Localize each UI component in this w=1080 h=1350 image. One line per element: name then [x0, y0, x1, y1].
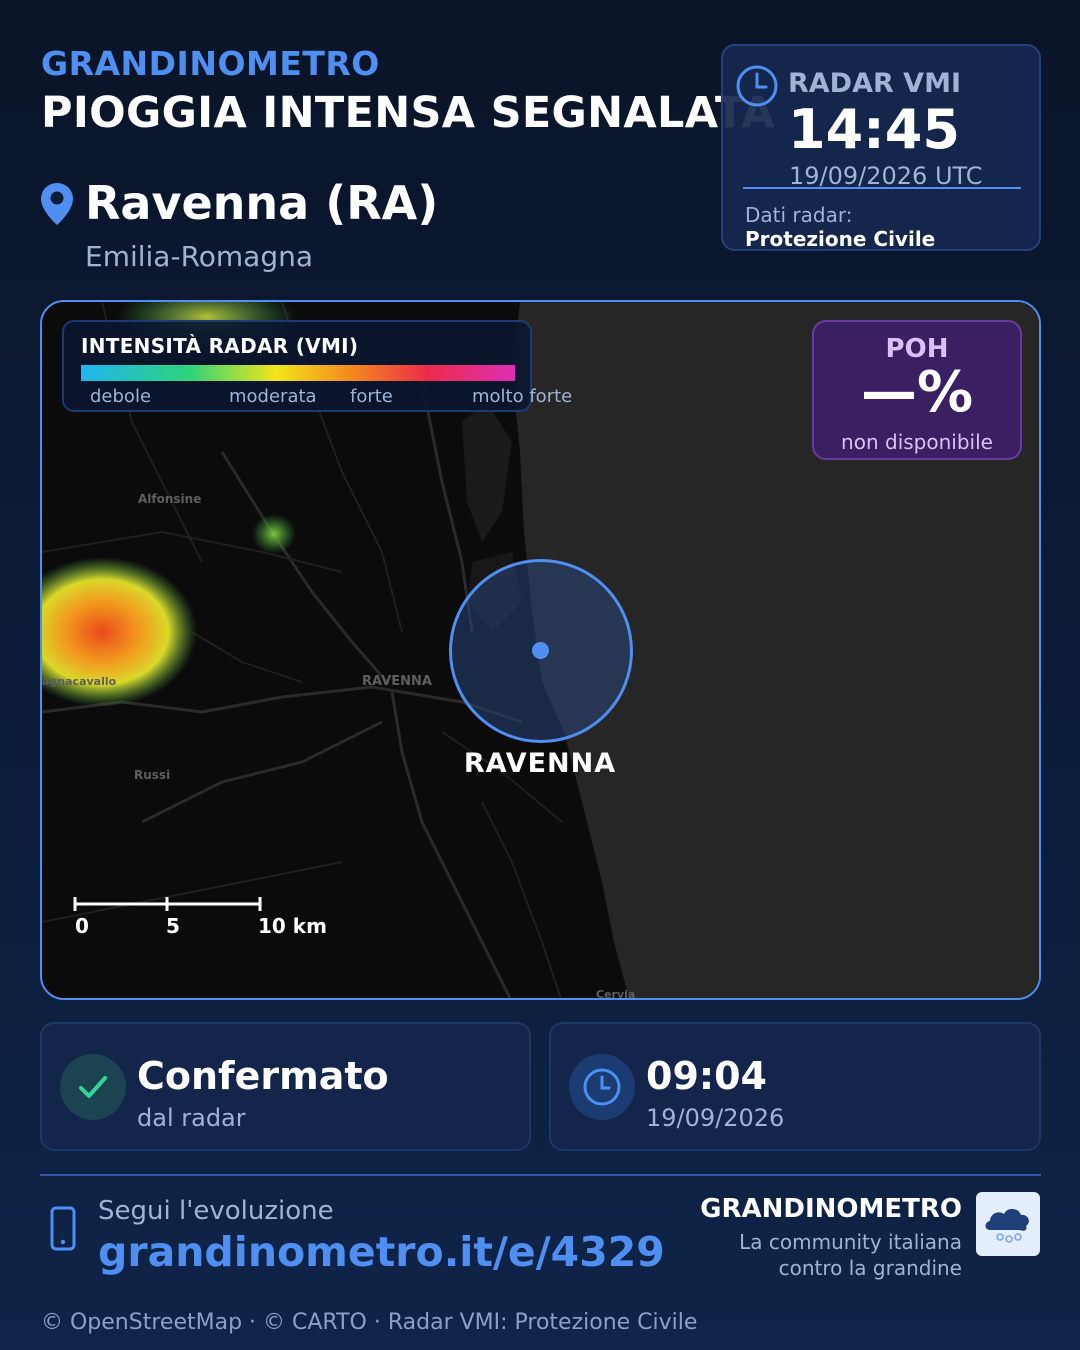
radar-label: RADAR VMI — [788, 68, 961, 99]
place-russi: Russi — [134, 768, 171, 782]
radar-source-label: Dati radar: — [745, 203, 853, 227]
clock-badge — [569, 1054, 635, 1120]
scale-label-10: 10 km — [258, 914, 327, 938]
footer-tagline-1: La community italiana — [739, 1230, 962, 1254]
place-bagnacavallo: agnacavallo — [42, 675, 117, 688]
clock-icon — [583, 1068, 621, 1106]
radar-info-card: RADAR VMI 14:45 19/09/2026 UTC Dati rada… — [721, 44, 1041, 251]
legend-label-strong: forte — [350, 386, 393, 407]
map-credits: © OpenStreetMap · © CARTO · Radar VMI: P… — [41, 1310, 698, 1335]
phone-icon — [50, 1206, 76, 1251]
place-cervia: Cervia — [596, 988, 636, 1000]
scale-label-5: 5 — [166, 914, 180, 938]
radar-map[interactable]: Alfonsine RAVENNA Russi agnacavallo Cerv… — [40, 300, 1041, 1000]
footer-divider — [40, 1174, 1041, 1176]
confirmed-card: Confermato dal radar — [40, 1022, 531, 1151]
clock-icon — [736, 65, 778, 107]
legend-color-bar — [81, 365, 515, 381]
legend-title: INTENSITÀ RADAR (VMI) — [81, 334, 359, 358]
report-date: 19/09/2026 — [646, 1104, 785, 1132]
place-alfonsine: Alfonsine — [138, 492, 202, 506]
check-badge — [60, 1054, 126, 1120]
footer-brand: GRANDINOMETRO — [700, 1194, 962, 1224]
confirmed-subtitle: dal radar — [137, 1104, 246, 1132]
legend-label-very-strong: molto forte — [472, 386, 573, 407]
footer-tagline-2: contro la grandine — [778, 1256, 962, 1280]
follow-text: Segui l'evoluzione — [98, 1196, 334, 1226]
scale-label-0: 0 — [75, 914, 89, 938]
region-name: Emilia-Romagna — [85, 240, 314, 273]
city-name: Ravenna (RA) — [85, 176, 439, 230]
poh-note: non disponibile — [841, 430, 993, 454]
hail-cloud-icon — [985, 1208, 1029, 1243]
radar-divider — [743, 187, 1021, 189]
radar-legend: INTENSITÀ RADAR (VMI) debole moderata fo… — [62, 320, 572, 412]
radar-time: 14:45 — [788, 98, 960, 161]
radar-source: Protezione Civile — [745, 227, 936, 251]
brand-label: GRANDINOMETRO — [41, 44, 380, 83]
scale-bar — [73, 897, 262, 911]
report-time: 09:04 — [646, 1054, 767, 1098]
check-icon — [79, 1076, 107, 1098]
place-ravenna: RAVENNA — [362, 674, 432, 689]
report-time-card: 09:04 19/09/2026 — [549, 1022, 1041, 1151]
legend-label-weak: debole — [90, 386, 152, 407]
poh-card: POH —% non disponibile — [812, 320, 1022, 460]
legend-label-moderate: moderata — [229, 386, 317, 407]
radar-date: 19/09/2026 UTC — [789, 162, 983, 190]
location-label: RAVENNA — [463, 748, 617, 779]
map-pin-icon — [41, 183, 73, 225]
poh-value: —% — [860, 360, 974, 425]
location-marker[interactable] — [532, 642, 549, 659]
alert-headline: PIOGGIA INTENSA SEGNALATA — [41, 88, 775, 138]
confirmed-title: Confermato — [137, 1054, 389, 1098]
event-link[interactable]: grandinometro.it/e/4329 — [98, 1228, 665, 1276]
app-logo — [976, 1192, 1040, 1256]
